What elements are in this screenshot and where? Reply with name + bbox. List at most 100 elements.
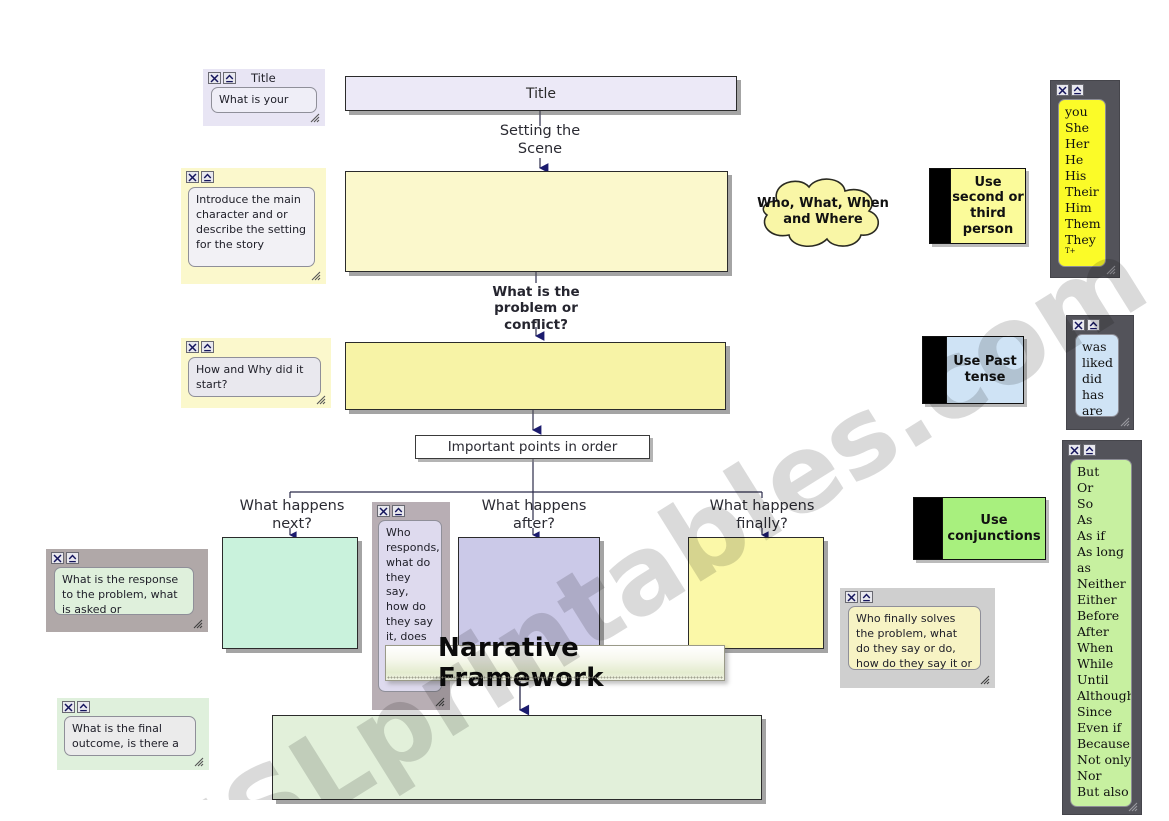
resize-grip-icon[interactable] (1127, 801, 1139, 813)
word-item: Her (1065, 136, 1090, 151)
resize-grip-icon[interactable] (1105, 264, 1117, 276)
outcome-box[interactable] (272, 715, 762, 800)
close-icon[interactable] (208, 72, 221, 84)
close-icon[interactable] (845, 591, 858, 603)
restore-icon[interactable] (1087, 319, 1100, 331)
word-item: So (1077, 496, 1094, 511)
word-item: When (1077, 640, 1114, 655)
cloud-shape (762, 178, 880, 247)
tip-text: Use second or third person (950, 169, 1025, 243)
word-list-past-tense[interactable]: was liked did has are (1066, 315, 1134, 430)
restore-icon[interactable] (77, 701, 90, 713)
resize-grip-icon[interactable] (310, 270, 322, 282)
note-body[interactable]: What is the response to the problem, wha… (54, 567, 194, 615)
branch-label-next: What happens next? (239, 498, 345, 532)
word-list-inner: But Or So As As if As long as Neither Ei… (1070, 459, 1132, 807)
close-icon[interactable] (51, 552, 64, 564)
outcome-box-label (273, 716, 761, 799)
word-item: As (1077, 512, 1093, 527)
restore-icon[interactable] (392, 505, 405, 517)
tip-past-tense[interactable]: Use Past tense (922, 336, 1024, 404)
close-icon[interactable] (62, 701, 75, 713)
word-item: Either (1077, 592, 1117, 607)
note-body[interactable]: Who finally solves the problem, what do … (848, 606, 981, 670)
close-icon[interactable] (186, 341, 199, 353)
connector-label-problem: What is the problem or conflict? (492, 284, 580, 333)
note-problem[interactable]: How and Why did it start? (181, 338, 331, 408)
close-icon[interactable] (1056, 84, 1069, 96)
note-title[interactable]: Title What is your (203, 69, 325, 126)
window-controls[interactable] (1056, 84, 1084, 96)
window-controls[interactable] (186, 341, 214, 353)
note-body[interactable]: What is the final outcome, is there a (64, 716, 196, 756)
note-body[interactable]: What is your (211, 87, 317, 113)
word-item: was (1082, 339, 1107, 354)
setting-box-label (346, 172, 727, 271)
note-body[interactable]: Introduce the main character and or desc… (188, 187, 315, 267)
note-response[interactable]: What is the response to the problem, wha… (46, 549, 208, 632)
resize-grip-icon[interactable] (434, 696, 446, 708)
word-item: Until (1077, 672, 1109, 687)
setting-box[interactable] (345, 171, 728, 272)
restore-icon[interactable] (201, 341, 214, 353)
word-item: Before (1077, 608, 1120, 623)
word-item: As long (1077, 544, 1124, 559)
word-item: But (1077, 464, 1100, 479)
word-item: Their (1065, 184, 1099, 199)
tip-black-bar (923, 337, 946, 403)
window-controls[interactable] (62, 701, 90, 713)
window-controls[interactable] (377, 505, 405, 517)
note-body[interactable]: How and Why did it start? (188, 357, 321, 397)
note-title-label: Title (251, 71, 276, 85)
branch-label-finally: What happens finally? (709, 498, 815, 532)
tip-black-bar (930, 169, 950, 243)
tip-black-bar (914, 498, 942, 559)
word-item: you (1065, 104, 1088, 119)
title-box[interactable]: Title (345, 76, 737, 111)
word-item-truncated: T+ (1065, 247, 1076, 255)
important-points-box[interactable]: Important points in order (415, 435, 650, 459)
resize-grip-icon[interactable] (979, 674, 991, 686)
resize-grip-icon[interactable] (1119, 416, 1131, 428)
restore-icon[interactable] (201, 171, 214, 183)
window-controls[interactable] (186, 171, 214, 183)
resize-grip-icon[interactable] (192, 618, 204, 630)
word-list-conjunctions[interactable]: But Or So As As if As long as Neither Ei… (1062, 440, 1142, 815)
word-list-pronouns[interactable]: you She Her He His Their Him Them They T… (1050, 80, 1120, 278)
window-controls[interactable] (1072, 319, 1100, 331)
tip-text: Use conjunctions (942, 498, 1045, 559)
close-icon[interactable] (1072, 319, 1085, 331)
restore-icon[interactable] (1083, 444, 1096, 456)
tip-second-third-person[interactable]: Use second or third person (929, 168, 1026, 244)
tip-conjunctions[interactable]: Use conjunctions (913, 497, 1046, 560)
word-item: His (1065, 168, 1087, 183)
resize-grip-icon[interactable] (315, 394, 327, 406)
window-controls[interactable] (1068, 444, 1096, 456)
close-icon[interactable] (377, 505, 390, 517)
restore-icon[interactable] (1071, 84, 1084, 96)
note-solves[interactable]: Who finally solves the problem, what do … (840, 588, 995, 688)
word-item: Although (1077, 688, 1132, 703)
restore-icon[interactable] (66, 552, 79, 564)
next-box-label (223, 538, 357, 648)
next-box[interactable] (222, 537, 358, 649)
close-icon[interactable] (186, 171, 199, 183)
restore-icon[interactable] (860, 591, 873, 603)
word-item: as (1077, 560, 1091, 575)
word-list-inner: was liked did has are (1075, 334, 1119, 417)
note-setting[interactable]: Introduce the main character and or desc… (181, 168, 326, 284)
window-controls[interactable] (845, 591, 873, 603)
window-controls[interactable] (51, 552, 79, 564)
word-item: Him (1065, 200, 1092, 215)
worksheet-canvas: Title Setting the Scene What is the prob… (0, 0, 1169, 821)
resize-grip-icon[interactable] (309, 112, 321, 124)
note-outcome[interactable]: What is the final outcome, is there a (57, 698, 209, 770)
worksheet-banner: Narrative Framework (385, 633, 725, 693)
window-controls[interactable] (208, 72, 236, 84)
restore-icon[interactable] (223, 72, 236, 84)
resize-grip-icon[interactable] (193, 756, 205, 768)
problem-box[interactable] (345, 342, 726, 410)
word-item: As if (1077, 528, 1106, 543)
close-icon[interactable] (1068, 444, 1081, 456)
word-item: Or (1077, 480, 1094, 495)
